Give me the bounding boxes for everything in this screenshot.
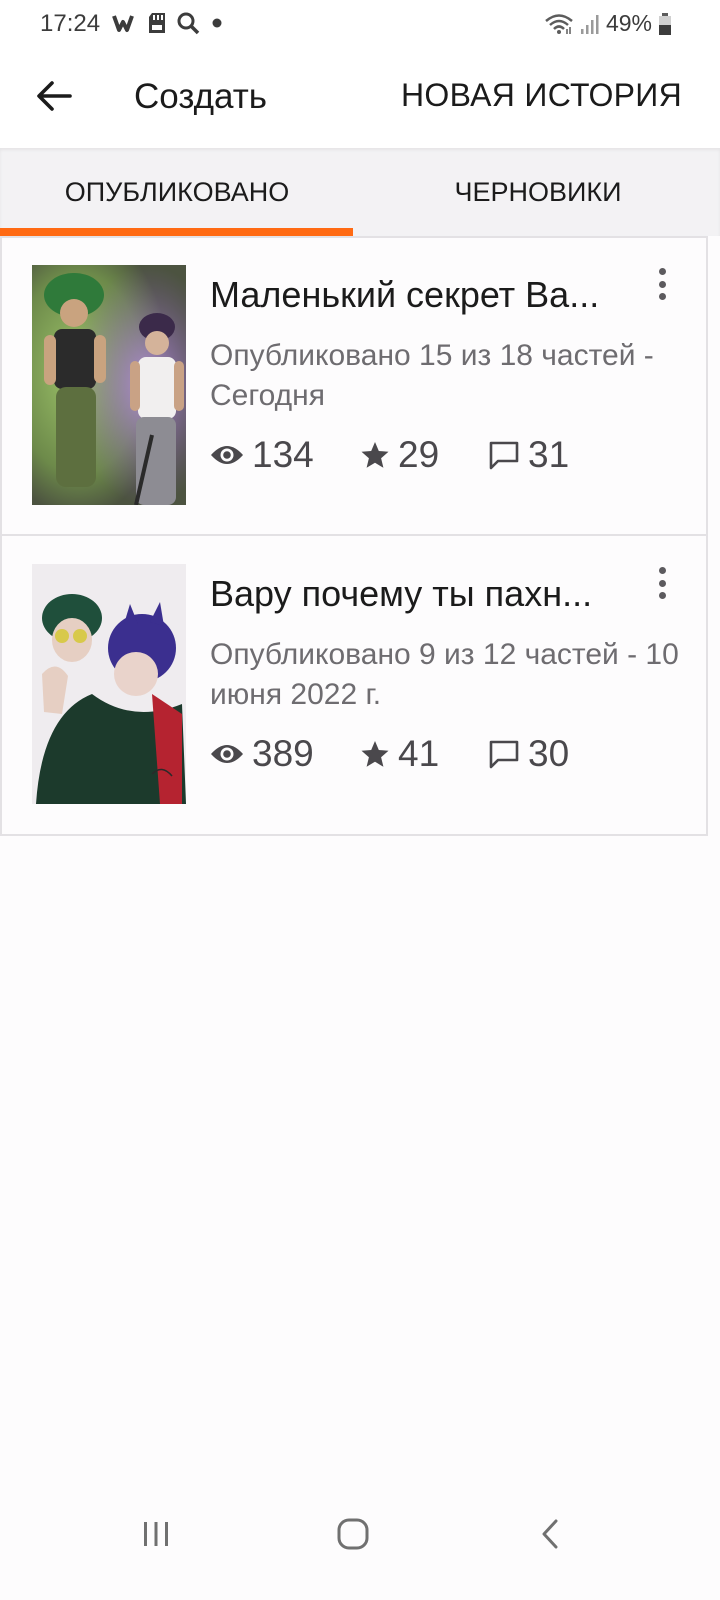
story-list: Маленький секрет Ва... Опубликовано 15 и…: [0, 236, 708, 836]
votes-count: 29: [398, 434, 440, 475]
story-publish-info: Опубликовано 15 из 18 частей - Сегодня: [210, 339, 654, 412]
recent-apps-icon: [144, 1522, 168, 1546]
story-cover-image[interactable]: [32, 265, 186, 505]
comments-count: 30: [528, 733, 570, 774]
arrow-back-icon: [37, 81, 72, 111]
status-system-icons: 49%: [544, 10, 672, 37]
votes-stat: 29: [360, 434, 488, 476]
tab-drafts[interactable]: ЧЕРНОВИКИ: [356, 148, 720, 236]
views-stat: 389: [210, 733, 360, 775]
search-icon: [177, 12, 200, 35]
views-stat: 134: [210, 434, 360, 476]
home-button[interactable]: [313, 1504, 393, 1564]
story-title[interactable]: Маленький секрет Ва...: [210, 274, 630, 316]
dot-icon: [212, 18, 222, 28]
comments-count: 31: [528, 434, 570, 475]
star-icon: [361, 741, 389, 767]
home-icon: [337, 1518, 369, 1550]
signal-icon: [580, 14, 599, 34]
comments-stat: 31: [488, 434, 569, 476]
views-count: 134: [252, 434, 314, 475]
story-stats: 134 29 31: [210, 434, 569, 476]
star-icon: [361, 442, 389, 468]
active-tab-indicator: [0, 228, 353, 236]
story-card[interactable]: Вару почему ты пахн... Опубликовано 9 из…: [0, 534, 708, 836]
page-title: Создать: [134, 77, 268, 116]
app-bar: Создать НОВАЯ ИСТОРИЯ: [0, 46, 720, 148]
story-card[interactable]: Маленький секрет Ва... Опубликовано 15 и…: [0, 236, 708, 536]
more-vert-icon: [658, 567, 666, 574]
more-vert-icon: [658, 268, 666, 275]
battery-icon: [659, 12, 671, 35]
status-bar: 17:24 49%: [0, 0, 720, 46]
story-title[interactable]: Вару почему ты пахн...: [210, 573, 630, 615]
story-stats: 389 41 30: [210, 733, 569, 775]
votes-stat: 41: [360, 733, 488, 775]
chevron-left-icon: [542, 1519, 558, 1549]
tab-bar: ОПУБЛИКОВАНО ЧЕРНОВИКИ: [0, 148, 720, 236]
story-publish-info: Опубликовано 9 из 12 частей - 10 июня 20…: [210, 638, 679, 711]
views-count: 389: [252, 733, 314, 774]
votes-count: 41: [398, 733, 440, 774]
story-cover-image[interactable]: [32, 564, 186, 804]
wifi-icon: [545, 13, 573, 34]
new-story-button[interactable]: НОВАЯ ИСТОРИЯ: [401, 77, 682, 114]
eye-icon: [211, 446, 243, 464]
status-time: 17:24: [40, 10, 101, 37]
comment-icon: [489, 740, 519, 769]
system-back-button[interactable]: [510, 1504, 590, 1564]
comment-icon: [489, 441, 519, 470]
story-overflow-menu-button[interactable]: [652, 264, 672, 304]
tab-published[interactable]: ОПУБЛИКОВАНО: [0, 148, 354, 236]
recent-apps-button[interactable]: [116, 1504, 196, 1564]
comments-stat: 30: [488, 733, 569, 775]
status-notification-icons: [112, 11, 224, 35]
system-navigation-bar: [0, 1480, 720, 1600]
story-overflow-menu-button[interactable]: [652, 563, 672, 603]
wattpad-icon: [112, 15, 134, 32]
battery-percent: 49%: [605, 10, 652, 36]
eye-icon: [211, 745, 243, 763]
back-button[interactable]: [26, 68, 82, 124]
sd-card-icon: [149, 13, 165, 33]
